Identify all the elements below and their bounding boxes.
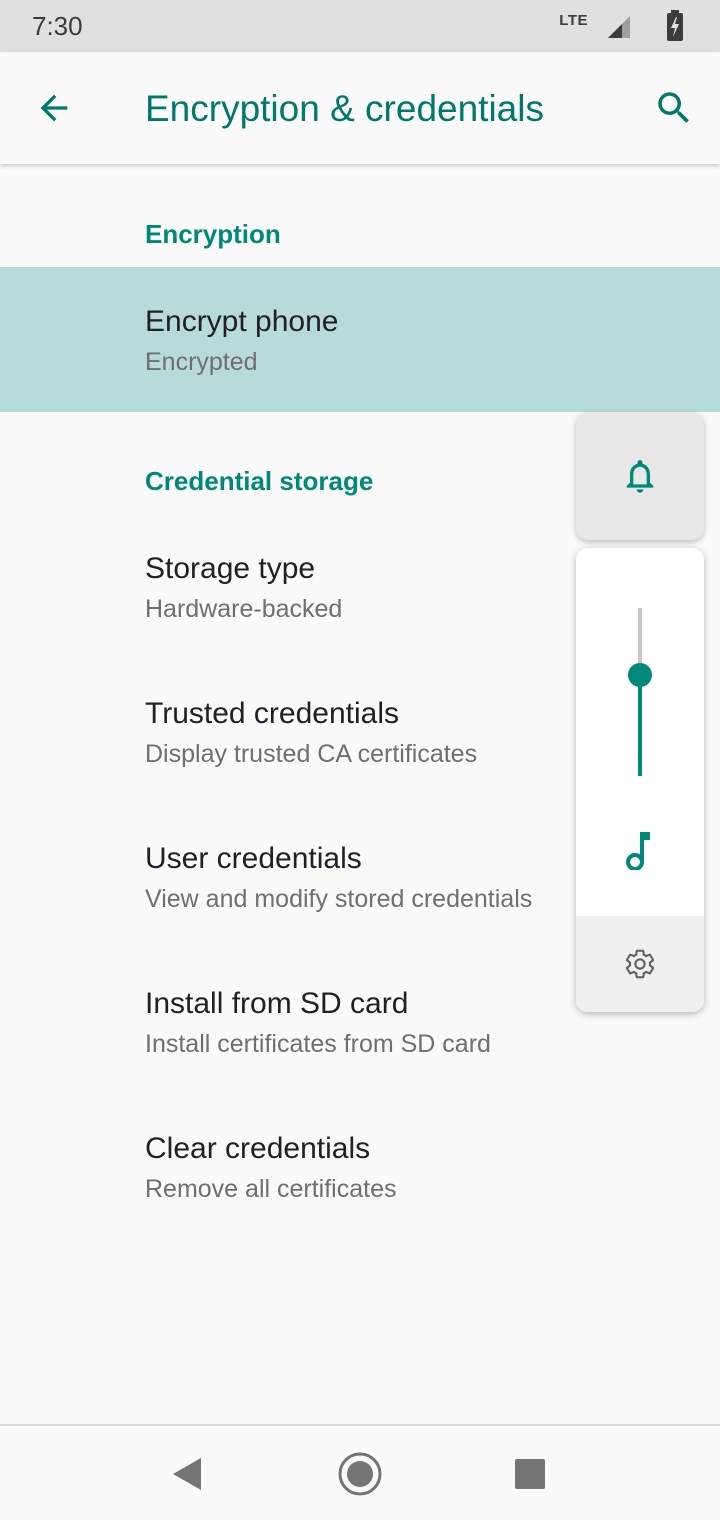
back-button[interactable] xyxy=(22,76,86,140)
section-header-encryption: Encryption xyxy=(145,219,281,249)
status-time: 7:30 xyxy=(32,11,83,41)
music-note-icon xyxy=(626,832,650,870)
item-title: User credentials xyxy=(145,842,362,875)
item-title: Trusted credentials xyxy=(145,697,400,730)
list-item-encrypt-phone[interactable]: Encrypt phone Encrypted xyxy=(0,267,720,412)
search-button[interactable] xyxy=(642,76,706,140)
volume-slider-thumb[interactable] xyxy=(628,663,652,688)
item-summary: View and modify stored credentials xyxy=(145,885,533,913)
network-type-label: LTE xyxy=(559,12,588,29)
nav-home-button[interactable] xyxy=(332,1446,388,1502)
ringer-mode-button[interactable] xyxy=(576,412,704,540)
section-header-credential-storage: Credential storage xyxy=(145,466,374,496)
item-title: Install from SD card xyxy=(145,987,409,1020)
volume-slider-fill xyxy=(638,675,642,776)
volume-settings-button[interactable] xyxy=(576,916,704,1012)
item-summary: Hardware-backed xyxy=(145,595,343,623)
search-icon xyxy=(658,92,689,123)
item-title: Encrypt phone xyxy=(145,305,339,338)
list-item-clear-credentials[interactable]: Clear credentials Remove all certificate… xyxy=(0,1094,720,1239)
nav-home-icon xyxy=(338,1452,382,1496)
item-summary: Remove all certificates xyxy=(145,1175,397,1203)
item-summary: Install certificates from SD card xyxy=(145,1030,491,1058)
nav-recents-icon xyxy=(515,1459,545,1489)
page-title: Encryption & credentials xyxy=(145,88,544,129)
arrow-back-icon xyxy=(40,94,68,122)
item-title: Storage type xyxy=(145,552,316,585)
status-bar: 7:30 LTE xyxy=(0,0,720,52)
app-bar: Encryption & credentials xyxy=(0,52,720,164)
nav-back-button[interactable] xyxy=(160,1446,216,1502)
gear-icon xyxy=(625,949,655,979)
bell-icon xyxy=(626,460,654,493)
volume-panel xyxy=(576,548,704,1012)
battery-charging-icon xyxy=(667,10,683,41)
nav-back-icon xyxy=(173,1458,201,1490)
signal-icon xyxy=(608,16,630,38)
nav-recents-button[interactable] xyxy=(502,1446,558,1502)
navigation-bar xyxy=(0,1424,720,1520)
item-title: Clear credentials xyxy=(145,1132,371,1165)
item-summary: Encrypted xyxy=(145,348,258,376)
item-summary: Display trusted CA certificates xyxy=(145,740,478,768)
